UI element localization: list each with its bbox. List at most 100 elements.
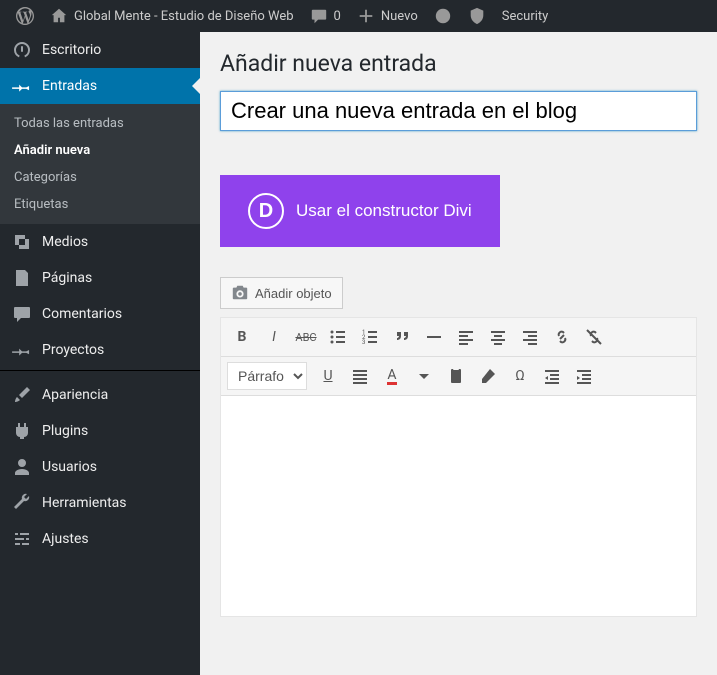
sidebar-item-label: Usuarios xyxy=(42,459,97,475)
new-item[interactable]: Nuevo xyxy=(349,0,426,32)
sidebar-item-label: Entradas xyxy=(42,78,97,94)
wysiwyg-editor: B I ABC 123 Párrafo U A xyxy=(220,317,697,617)
media-icon xyxy=(12,232,32,252)
sidebar-item-tools[interactable]: Herramientas xyxy=(0,485,200,521)
sidebar-item-label: Páginas xyxy=(42,270,92,286)
sidebar-item-plugins[interactable]: Plugins xyxy=(0,413,200,449)
posts-submenu: Todas las entradas Añadir nueva Categorí… xyxy=(0,104,200,224)
main-content: Añadir nueva entrada D Usar el construct… xyxy=(200,32,717,675)
unlink-icon xyxy=(584,327,604,347)
site-home-item[interactable]: Global Mente - Estudio de Diseño Web xyxy=(42,0,302,32)
outdent-button[interactable] xyxy=(537,361,567,391)
link-button[interactable] xyxy=(547,322,577,352)
plus-icon xyxy=(357,7,375,25)
clear-format-button[interactable] xyxy=(473,361,503,391)
strikethrough-button[interactable]: ABC xyxy=(291,322,321,352)
svg-text:3: 3 xyxy=(362,339,365,346)
special-char-button[interactable]: Ω xyxy=(505,361,535,391)
editor-content-area[interactable] xyxy=(221,396,696,616)
sidebar-item-comments[interactable]: Comentarios xyxy=(0,296,200,332)
sidebar-item-label: Ajustes xyxy=(42,531,89,547)
bullet-list-icon xyxy=(328,327,348,347)
bullet-list-button[interactable] xyxy=(323,322,353,352)
align-left-button[interactable] xyxy=(451,322,481,352)
wrench-icon xyxy=(12,493,32,513)
sliders-icon xyxy=(12,529,32,549)
menu-separator xyxy=(0,370,200,375)
admin-topbar: Global Mente - Estudio de Diseño Web 0 N… xyxy=(0,0,717,32)
outdent-icon xyxy=(542,366,562,386)
site-name: Global Mente - Estudio de Diseño Web xyxy=(74,9,294,24)
camera-icon xyxy=(231,284,249,302)
sidebar-item-label: Escritorio xyxy=(42,42,101,58)
shield-item[interactable] xyxy=(460,0,494,32)
textcolor-button[interactable]: A xyxy=(377,361,407,391)
divi-logo-icon: D xyxy=(248,193,284,229)
home-icon xyxy=(50,7,68,25)
bold-button[interactable]: B xyxy=(227,322,257,352)
hr-icon xyxy=(424,327,444,347)
post-title-input[interactable] xyxy=(220,91,697,131)
comments-count: 0 xyxy=(334,9,341,24)
brush-icon xyxy=(12,385,32,405)
sidebar-item-label: Herramientas xyxy=(42,495,127,511)
align-right-icon xyxy=(520,327,540,347)
divi-builder-button[interactable]: D Usar el constructor Divi xyxy=(220,175,500,247)
security-label: Security xyxy=(502,9,549,24)
unlink-button[interactable] xyxy=(579,322,609,352)
page-title: Añadir nueva entrada xyxy=(220,50,697,77)
sidebar-item-pages[interactable]: Páginas xyxy=(0,260,200,296)
format-select[interactable]: Párrafo xyxy=(227,362,307,390)
align-left-icon xyxy=(456,327,476,347)
blockquote-button[interactable] xyxy=(387,322,417,352)
sidebar-item-appearance[interactable]: Apariencia xyxy=(0,377,200,413)
quote-icon xyxy=(392,327,412,347)
plugin-icon xyxy=(12,421,32,441)
numbered-list-button[interactable]: 123 xyxy=(355,322,385,352)
italic-button[interactable]: I xyxy=(259,322,289,352)
textcolor-picker[interactable] xyxy=(409,361,439,391)
wp-home-item[interactable] xyxy=(8,0,42,32)
pin-icon xyxy=(12,76,32,96)
sidebar-item-dashboard[interactable]: Escritorio xyxy=(0,32,200,68)
justify-button[interactable] xyxy=(345,361,375,391)
hr-button[interactable] xyxy=(419,322,449,352)
sidebar-item-label: Apariencia xyxy=(42,387,108,403)
sidebar-item-users[interactable]: Usuarios xyxy=(0,449,200,485)
indent-button[interactable] xyxy=(569,361,599,391)
new-label: Nuevo xyxy=(381,9,418,24)
yoast-item[interactable] xyxy=(426,0,460,32)
sub-item-all-posts[interactable]: Todas las entradas xyxy=(0,110,200,137)
indent-icon xyxy=(574,366,594,386)
sub-item-add-new[interactable]: Añadir nueva xyxy=(0,137,200,164)
comments-item[interactable]: 0 xyxy=(302,0,349,32)
add-media-button[interactable]: Añadir objeto xyxy=(220,277,343,309)
sidebar-item-settings[interactable]: Ajustes xyxy=(0,521,200,557)
paste-button[interactable] xyxy=(441,361,471,391)
editor-toolbar-row1: B I ABC 123 xyxy=(221,318,696,357)
dashboard-icon xyxy=(12,40,32,60)
page-icon xyxy=(12,268,32,288)
comment-icon xyxy=(310,7,328,25)
sidebar-item-label: Proyectos xyxy=(42,342,104,358)
comments-icon xyxy=(12,304,32,324)
sidebar-item-projects[interactable]: Proyectos xyxy=(0,332,200,368)
chevron-down-icon xyxy=(414,366,434,386)
justify-icon xyxy=(350,366,370,386)
divi-button-label: Usar el constructor Divi xyxy=(296,201,472,221)
sidebar-item-label: Medios xyxy=(42,234,88,250)
underline-button[interactable]: U xyxy=(313,361,343,391)
shield-icon xyxy=(468,7,486,25)
eraser-icon xyxy=(478,366,498,386)
sidebar-item-posts[interactable]: Entradas xyxy=(0,68,200,104)
sub-item-categories[interactable]: Categorías xyxy=(0,164,200,191)
sub-item-tags[interactable]: Etiquetas xyxy=(0,191,200,218)
sidebar-item-label: Comentarios xyxy=(42,306,122,322)
wordpress-icon xyxy=(16,7,34,25)
sidebar-item-media[interactable]: Medios xyxy=(0,224,200,260)
yoast-icon xyxy=(434,7,452,25)
align-right-button[interactable] xyxy=(515,322,545,352)
clipboard-icon xyxy=(446,366,466,386)
security-item[interactable]: Security xyxy=(494,0,557,32)
align-center-button[interactable] xyxy=(483,322,513,352)
